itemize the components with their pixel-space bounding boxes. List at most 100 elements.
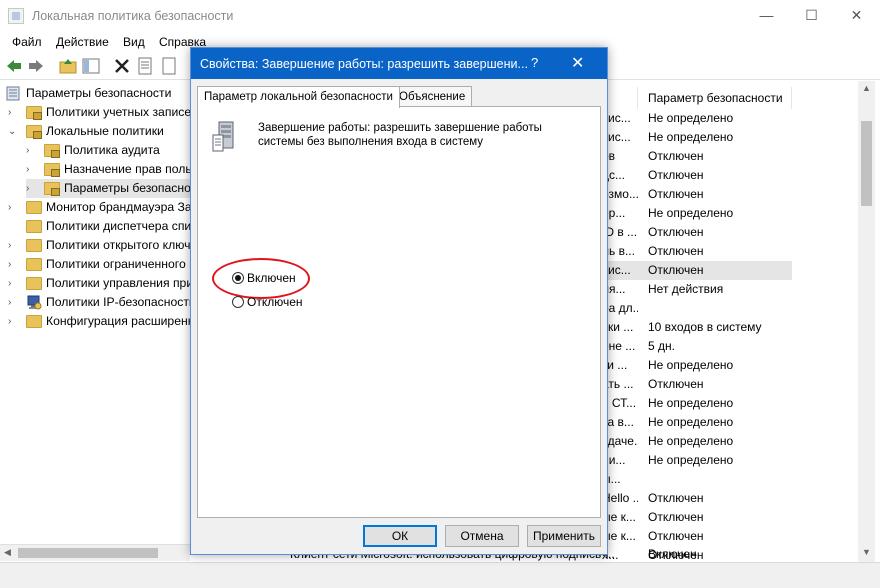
tree-item-label: Параметры безопасности [64, 181, 190, 195]
policy-value: Отключен [648, 263, 704, 277]
properties-dialog: Свойства: Завершение работы: разрешить з… [190, 47, 608, 555]
chevron-right-icon[interactable]: › [8, 274, 18, 293]
tree-item-label: Конфигурация расширенной политики аудита [46, 314, 190, 328]
tree-item-label: Назначение прав пользователя [64, 162, 190, 176]
folder-icon [26, 201, 42, 214]
security-policy-icon [8, 8, 24, 24]
maximize-button[interactable]: ☐ [789, 0, 834, 31]
tab-explain[interactable]: Объяснение [392, 86, 473, 107]
tree-horizontal-scrollbar[interactable]: ◀ [0, 544, 190, 561]
policy-description-line: системы без выполнения входа в систему [258, 136, 484, 148]
tree-root-label: Параметры безопасности [26, 86, 172, 100]
cancel-button[interactable]: Отмена [445, 525, 519, 547]
radio-button-checked[interactable] [232, 272, 244, 284]
policy-value: Включен [648, 547, 697, 561]
tree-item-label: Политики учетных записей [46, 105, 190, 119]
folder-icon [26, 258, 42, 271]
chevron-right-icon[interactable]: › [8, 293, 18, 312]
folder-icon [26, 315, 42, 328]
policy-value: Отключен [648, 491, 704, 505]
scroll-down-icon[interactable]: ▼ [862, 547, 871, 557]
tree-item-label: Политика аудита [64, 143, 160, 157]
navigation-tree: Параметры безопасности › Политики учетны… [0, 81, 190, 544]
list-vertical-scrollbar[interactable]: ▲ ▼ [858, 81, 875, 562]
dialog-close-button[interactable]: ✕ [571, 53, 584, 73]
policy-value: Отключен [648, 168, 704, 182]
chevron-right-icon[interactable]: › [8, 236, 18, 255]
chevron-right-icon[interactable]: › [8, 255, 18, 274]
menu-action[interactable]: Действие [56, 35, 109, 49]
scroll-left-icon[interactable]: ◀ [4, 547, 11, 558]
server-policy-icon [212, 121, 234, 152]
radio-button-unchecked[interactable] [232, 296, 244, 308]
column-header-setting[interactable]: Параметр безопасности [648, 87, 792, 109]
policy-value: 5 дн. [648, 339, 675, 353]
locked-folder-icon [26, 106, 42, 120]
show-hide-tree-icon[interactable] [82, 57, 100, 75]
chevron-down-icon[interactable]: ⌄ [8, 122, 18, 141]
tree-item-label: Политики диспетчера списка сетей [46, 219, 190, 233]
window-title: Локальная политика безопасности [32, 9, 234, 23]
chevron-right-icon[interactable]: › [26, 141, 36, 160]
menu-view[interactable]: Вид [123, 35, 145, 49]
back-arrow-icon[interactable] [5, 57, 23, 75]
policy-value: Не определено [648, 396, 734, 410]
main-titlebar: Локальная политика безопасности — ☐ ✕ [0, 0, 880, 31]
tree-item-label: Локальные политики [46, 124, 164, 138]
chevron-right-icon[interactable]: › [8, 198, 18, 217]
dialog-title: Свойства: Завершение работы: разрешить з… [200, 57, 528, 71]
minimize-button[interactable]: — [744, 0, 789, 31]
policy-value: Отключен [648, 510, 704, 524]
locked-folder-icon [26, 125, 42, 139]
computer-settings-icon [6, 86, 20, 101]
locked-folder-icon [44, 144, 60, 158]
chevron-right-icon[interactable]: › [26, 160, 36, 179]
tree-item-label: Монитор брандмауэра Защитника Windows [46, 200, 190, 214]
policy-value: Отключен [648, 187, 704, 201]
policy-value: Не определено [648, 111, 734, 125]
policy-description-line: Завершение работы: разрешить завершение … [258, 122, 542, 134]
radio-label: Включен [247, 271, 296, 285]
chevron-right-icon[interactable]: › [26, 179, 36, 198]
status-bar [0, 562, 880, 588]
export-list-icon[interactable] [160, 57, 178, 75]
menu-file[interactable]: Файл [12, 35, 42, 49]
scrollbar-thumb[interactable] [18, 548, 158, 558]
tab-local-security-setting[interactable]: Параметр локальной безопасности [197, 86, 400, 108]
policy-value: Не определено [648, 358, 734, 372]
policy-value: Отключен [648, 149, 704, 163]
up-folder-icon[interactable] [59, 57, 77, 75]
scrollbar-thumb[interactable] [861, 121, 872, 206]
apply-button[interactable]: Применить [527, 525, 601, 547]
tree-item-security-options[interactable]: › Параметры безопасности [26, 179, 190, 198]
chevron-right-icon[interactable]: › [8, 312, 18, 331]
policy-value: Нет действия [648, 282, 724, 296]
policy-value: Отключен [648, 244, 704, 258]
tree-item-label: Политики ограниченного использования про… [46, 257, 190, 271]
folder-icon [26, 220, 42, 233]
folder-icon [26, 239, 42, 252]
properties-icon[interactable] [136, 57, 154, 75]
scroll-up-icon[interactable]: ▲ [862, 83, 871, 93]
policy-value: Не определено [648, 206, 734, 220]
delete-icon[interactable] [113, 57, 131, 75]
help-button[interactable]: ? [531, 55, 538, 70]
chevron-right-icon[interactable]: › [8, 103, 18, 122]
close-button[interactable]: ✕ [834, 0, 879, 31]
ip-security-icon [27, 295, 42, 310]
policy-value: Отключен [648, 225, 704, 239]
policy-value: Отключен [648, 377, 704, 391]
ok-button[interactable]: ОК [363, 525, 437, 547]
policy-value: Не определено [648, 434, 734, 448]
tree-item-label: Политики IP-безопасности [46, 295, 190, 309]
tree-item-label: Политики открытого ключа [46, 238, 190, 252]
policy-value: Не определено [648, 415, 734, 429]
policy-value: Отключен [648, 529, 704, 543]
forward-arrow-icon[interactable] [27, 57, 45, 75]
folder-icon [26, 277, 42, 290]
locked-folder-icon [44, 163, 60, 177]
dialog-titlebar: Свойства: Завершение работы: разрешить з… [191, 48, 607, 79]
policy-value: Не определено [648, 453, 734, 467]
tree-item-label: Политики управления приложениями [46, 276, 190, 290]
locked-folder-icon [44, 182, 60, 196]
